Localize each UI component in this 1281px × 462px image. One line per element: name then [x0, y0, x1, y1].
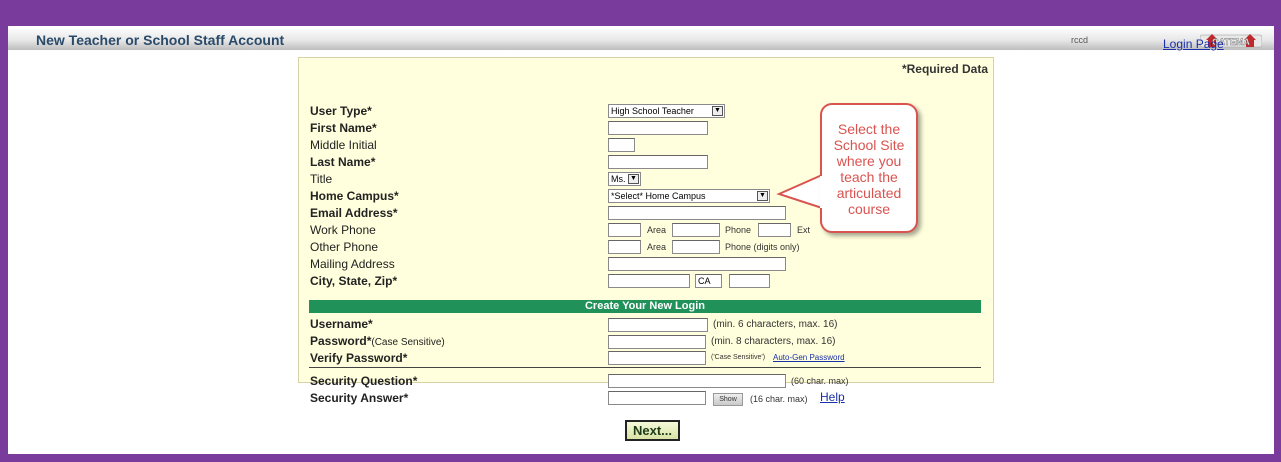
work-phone-ext-input[interactable] [758, 223, 791, 237]
verify-password-label: Verify Password* [310, 351, 408, 365]
email-label: Email Address* [310, 206, 398, 220]
city-input[interactable] [608, 274, 690, 288]
password-input[interactable] [608, 335, 706, 349]
security-question-label: Security Question* [310, 374, 418, 388]
home-campus-select[interactable]: *Select* Home Campus ▼ [608, 189, 770, 203]
last-name-label: Last Name* [310, 155, 376, 169]
middle-initial-label: Middle Initial [310, 138, 377, 152]
auto-gen-password-link[interactable]: Auto-Gen Password [773, 353, 845, 362]
work-phone-text: Phone [725, 225, 752, 235]
help-link[interactable]: Help [820, 390, 845, 404]
show-answer-button[interactable]: Show [713, 393, 743, 406]
username-hint: (min. 6 characters, max. 16) [713, 319, 838, 330]
security-answer-label: Security Answer* [310, 391, 409, 405]
mailing-address-label: Mailing Address [310, 257, 395, 271]
divider [309, 367, 981, 368]
security-question-input[interactable] [608, 374, 786, 388]
callout-line: School Site [833, 137, 905, 153]
callout-line: where you [836, 153, 902, 169]
work-phone-number-input[interactable] [672, 223, 720, 237]
state-input[interactable]: CA [695, 274, 722, 288]
user-type-select[interactable]: High School Teacher ▼ [608, 104, 725, 118]
verify-password-input[interactable] [608, 351, 706, 365]
security-answer-input[interactable] [608, 391, 706, 405]
work-phone-label: Work Phone [310, 223, 376, 237]
callout-pointer-cover [820, 176, 824, 208]
home-campus-label: Home Campus* [310, 189, 399, 203]
callout-line: Select the [837, 121, 901, 137]
user-label: rccd [1071, 35, 1089, 45]
zip-input[interactable] [729, 274, 770, 288]
email-input[interactable] [608, 206, 786, 220]
callout-line: articulated [836, 185, 902, 201]
city-state-zip-label: City, State, Zip* [310, 274, 398, 288]
middle-initial-input[interactable] [608, 138, 635, 152]
chevron-down-icon: ▼ [757, 191, 768, 201]
work-ext-text: Ext [797, 225, 811, 235]
login-page-link[interactable]: Login Page [1163, 37, 1224, 51]
username-label: Username* [310, 317, 373, 331]
callout-line: teach the [840, 169, 898, 185]
next-button[interactable]: Next... [625, 420, 680, 441]
login-section-header: Create Your New Login [309, 300, 981, 313]
username-input[interactable] [608, 318, 708, 332]
verify-hint: ('Case Sensitive') [711, 354, 766, 361]
security-answer-hint: (16 char. max) [750, 394, 808, 404]
required-note: *Required Data [901, 62, 988, 76]
chevron-down-icon: ▼ [712, 106, 723, 116]
other-phone-label: Other Phone [310, 240, 379, 254]
password-hint: (min. 8 characters, max. 16) [711, 336, 836, 347]
instruction-callout: Select the School Site where you teach t… [820, 103, 918, 233]
title-bar: New Teacher or School Staff Account rccd… [8, 28, 1274, 50]
last-name-input[interactable] [608, 155, 708, 169]
work-phone-area-input[interactable] [608, 223, 641, 237]
first-name-input[interactable] [608, 121, 708, 135]
other-phone-text: Phone (digits only) [725, 242, 800, 252]
security-question-hint: (60 char. max) [791, 376, 849, 386]
other-area-text: Area [647, 242, 667, 252]
user-type-label: User Type* [310, 104, 372, 118]
callout-line: course [847, 201, 891, 217]
title-label: Title [310, 172, 333, 186]
chevron-down-icon: ▼ [628, 174, 639, 184]
mailing-address-input[interactable] [608, 257, 786, 271]
other-phone-area-input[interactable] [608, 240, 641, 254]
title-select[interactable]: Ms. ▼ [608, 172, 641, 186]
first-name-label: First Name* [310, 121, 377, 135]
other-phone-number-input[interactable] [672, 240, 720, 254]
work-area-text: Area [647, 225, 667, 235]
password-label: Password*(Case Sensitive) [310, 334, 445, 348]
page-title: New Teacher or School Staff Account [36, 32, 285, 48]
